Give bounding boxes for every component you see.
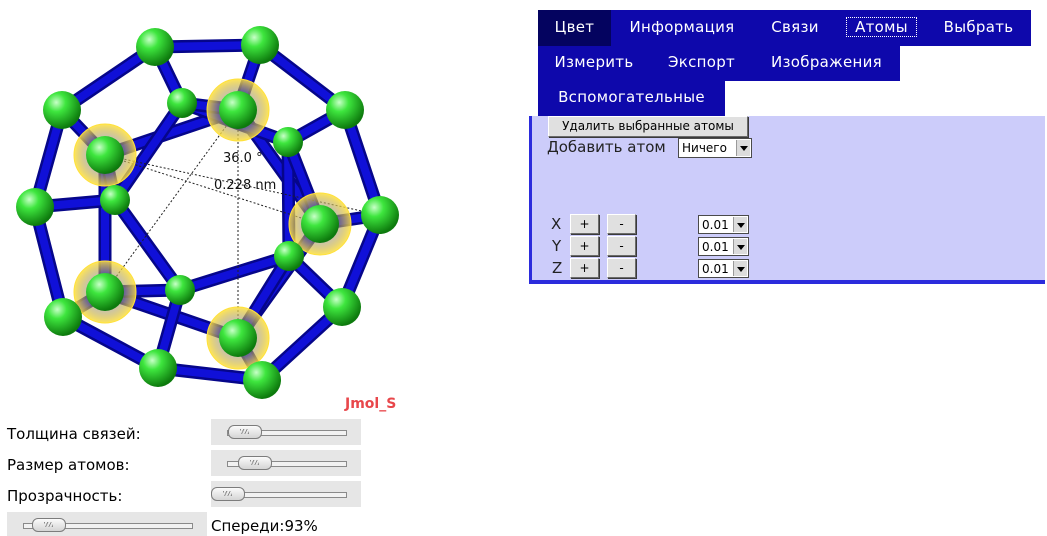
atom bbox=[167, 88, 197, 118]
menu-auxiliary-label: Вспомогательные bbox=[558, 88, 705, 106]
axis-x-label: X bbox=[551, 215, 562, 233]
atom bbox=[361, 196, 399, 234]
atom-size-label: Размер атомов: bbox=[7, 456, 130, 474]
menu-bonds-label: Связи bbox=[771, 18, 819, 36]
menu-select[interactable]: Выбрать bbox=[926, 10, 1031, 46]
menu-info[interactable]: Информация bbox=[611, 10, 753, 46]
add-atom-value: Ничего bbox=[682, 141, 727, 155]
atom bbox=[323, 288, 361, 326]
slider-thumb[interactable] bbox=[238, 456, 273, 470]
molecule-viewer[interactable]: 36.0 ° 0.228 nm Jmol_S bbox=[0, 0, 420, 415]
z-plus-button[interactable]: + bbox=[570, 258, 599, 278]
menu-export-label: Экспорт bbox=[667, 53, 736, 71]
y-step-select[interactable]: 0.01 bbox=[698, 237, 749, 256]
slider-thumb[interactable] bbox=[211, 487, 245, 501]
menu-measure-label: Измерить bbox=[554, 53, 634, 71]
front-slice-label: Спереди: bbox=[211, 517, 285, 535]
slider-thumb[interactable] bbox=[228, 425, 263, 439]
chevron-down-icon[interactable] bbox=[733, 239, 747, 254]
y-plus-button[interactable]: + bbox=[570, 236, 599, 256]
atom bbox=[301, 205, 339, 243]
menu-measure[interactable]: Измерить bbox=[538, 45, 650, 81]
menu-images[interactable]: Изображения bbox=[753, 45, 900, 81]
menu-atoms[interactable]: Атомы bbox=[837, 10, 926, 46]
add-atom-label: Добавить атом bbox=[547, 138, 666, 156]
menu-color[interactable]: Цвет bbox=[538, 10, 611, 46]
angle-measurement: 36.0 ° bbox=[223, 151, 263, 166]
menu-export[interactable]: Экспорт bbox=[650, 45, 753, 81]
atom bbox=[165, 275, 195, 305]
atom bbox=[136, 28, 174, 66]
atom bbox=[100, 185, 130, 215]
x-minus-button[interactable]: - bbox=[607, 214, 636, 234]
slider-track bbox=[227, 492, 347, 498]
front-slice-value: 93% bbox=[284, 517, 318, 535]
atom bbox=[86, 273, 124, 311]
bond-thickness-slider[interactable] bbox=[211, 419, 361, 445]
distance-measurement: 0.228 nm bbox=[214, 178, 277, 193]
transparency-label: Прозрачность: bbox=[7, 487, 123, 505]
atom bbox=[16, 188, 54, 226]
atom bbox=[43, 91, 81, 129]
molecule-canvas[interactable] bbox=[0, 0, 420, 415]
menu-images-label: Изображения bbox=[771, 53, 882, 71]
menu-info-label: Информация bbox=[629, 18, 735, 36]
x-plus-button[interactable]: + bbox=[570, 214, 599, 234]
atoms-panel: Удалить выбранные атомы Добавить атом Ни… bbox=[529, 116, 1045, 284]
atom bbox=[44, 298, 82, 336]
atom bbox=[219, 91, 257, 129]
x-step-value: 0.01 bbox=[702, 218, 729, 232]
atom bbox=[241, 26, 279, 64]
atom bbox=[274, 241, 304, 271]
atom bbox=[326, 91, 364, 129]
z-step-value: 0.01 bbox=[702, 262, 729, 276]
menu-select-label: Выбрать bbox=[943, 18, 1014, 36]
y-minus-button[interactable]: - bbox=[607, 236, 636, 256]
axis-z-label: Z bbox=[552, 259, 563, 277]
front-slice-slider[interactable] bbox=[7, 512, 207, 536]
menu-bonds[interactable]: Связи bbox=[753, 10, 837, 46]
atom bbox=[219, 319, 257, 357]
z-step-select[interactable]: 0.01 bbox=[698, 259, 749, 278]
front-slice-readout: Спереди:93% bbox=[211, 517, 318, 535]
bond-thickness-label: Толщина связей: bbox=[7, 425, 141, 443]
atom bbox=[273, 127, 303, 157]
jmol-label: Jmol_S bbox=[345, 396, 397, 412]
y-step-value: 0.01 bbox=[702, 240, 729, 254]
axis-y-label: Y bbox=[552, 237, 562, 255]
chevron-down-icon[interactable] bbox=[733, 261, 747, 276]
atom bbox=[243, 361, 281, 399]
atom-size-slider[interactable] bbox=[211, 450, 361, 476]
menu-atoms-label: Атомы bbox=[846, 17, 917, 37]
slider-thumb[interactable] bbox=[31, 518, 66, 532]
x-step-select[interactable]: 0.01 bbox=[698, 215, 749, 234]
delete-selected-atoms-button[interactable]: Удалить выбранные атомы bbox=[548, 116, 748, 137]
z-minus-button[interactable]: - bbox=[607, 258, 636, 278]
menu-color-label: Цвет bbox=[554, 18, 595, 36]
transparency-slider[interactable] bbox=[211, 481, 361, 507]
add-atom-select[interactable]: Ничего bbox=[678, 138, 752, 158]
atom bbox=[139, 349, 177, 387]
chevron-down-icon[interactable] bbox=[733, 217, 747, 232]
atom bbox=[86, 136, 124, 174]
chevron-down-icon[interactable] bbox=[736, 140, 750, 156]
menu-auxiliary[interactable]: Вспомогательные bbox=[538, 80, 725, 116]
